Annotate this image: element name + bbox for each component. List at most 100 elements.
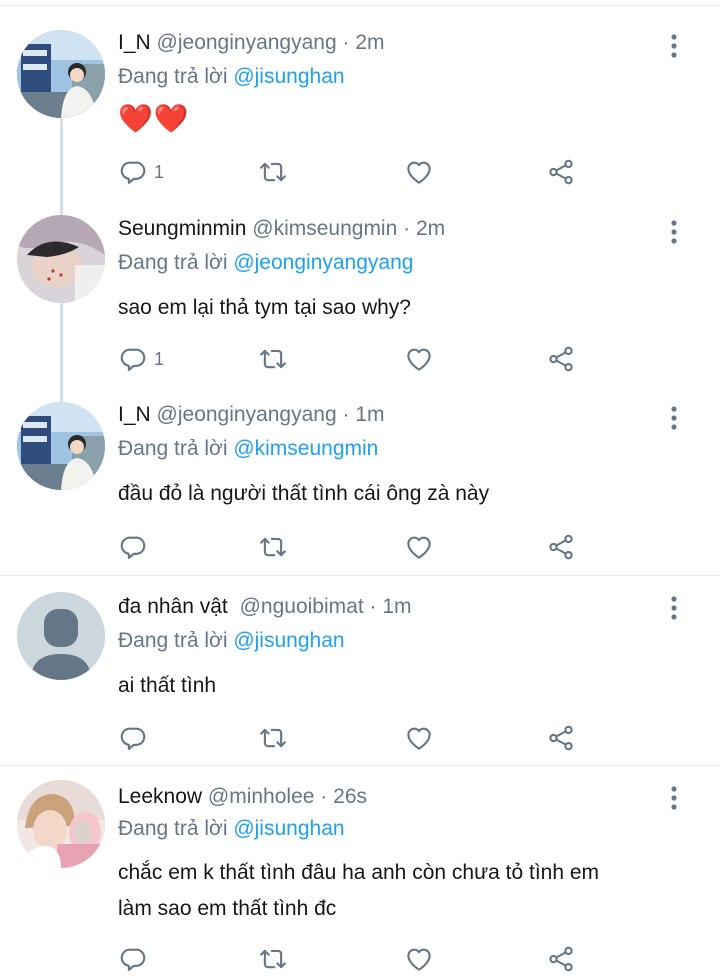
user-handle[interactable]: @jeonginyangyang (157, 31, 337, 54)
tweet-1[interactable]: I_N @jeonginyangyang · 2m Đang trả lời @… (0, 0, 720, 200)
avatar[interactable] (17, 215, 105, 303)
heart-icon (404, 723, 434, 753)
reply-count: 1 (154, 161, 165, 182)
action-bar: 1 (118, 342, 598, 376)
replying-to: Đang trả lời @jisunghan (118, 62, 345, 92)
profile-photo-icon (17, 215, 105, 303)
timestamp[interactable]: 1m (355, 403, 384, 426)
retweet-icon (258, 723, 288, 753)
retweet-button[interactable] (258, 155, 288, 189)
retweet-button[interactable] (258, 530, 288, 564)
profile-photo-icon (17, 402, 105, 490)
timestamp[interactable]: 26s (333, 785, 367, 808)
user-handle[interactable]: @nguoibimat (240, 595, 364, 618)
tweet-3[interactable]: I_N @jeonginyangyang · 1m Đang trả lời @… (0, 372, 720, 576)
share-button[interactable] (546, 942, 576, 976)
tweet-text: ai thất tình (118, 674, 217, 697)
tweet-4[interactable]: đa nhân vật @nguoibimat · 1m Đang trả lờ… (0, 576, 720, 766)
tweet-header: Leeknow @minholee · 26s (118, 782, 367, 812)
avatar[interactable] (17, 30, 105, 118)
timestamp[interactable]: 2m (355, 31, 384, 54)
reply-button[interactable]: 1 (118, 342, 164, 376)
reply-button[interactable]: 1 (118, 155, 164, 189)
share-icon (546, 344, 576, 374)
tweet-text: chắc em k thất tình đâu ha anh còn chưa … (118, 855, 698, 927)
reply-button[interactable] (118, 530, 148, 564)
profile-photo-icon (17, 30, 105, 118)
mention-link[interactable]: @jisunghan (233, 817, 344, 840)
retweet-icon (258, 532, 288, 562)
heart-icon (404, 532, 434, 562)
like-button[interactable] (404, 942, 434, 976)
heart-icon (404, 944, 434, 974)
display-name[interactable]: I_N (118, 403, 151, 426)
display-name[interactable]: Leeknow (118, 785, 202, 808)
retweet-icon (258, 944, 288, 974)
replying-to: Đang trả lời @jeonginyangyang (118, 248, 413, 278)
tweet-text: sao em lại thả tym tại sao why? (118, 296, 411, 319)
retweet-icon (258, 344, 288, 374)
tweet-header: đa nhân vật @nguoibimat · 1m (118, 592, 412, 622)
replying-to: Đang trả lời @jisunghan (118, 814, 345, 844)
tweet-2[interactable]: Seungminmin @kimseungmin · 2m Đang trả l… (0, 186, 720, 386)
mention-link[interactable]: @jisunghan (233, 65, 344, 88)
reply-icon (118, 532, 148, 562)
share-button[interactable] (546, 721, 576, 755)
more-options-icon[interactable] (663, 404, 685, 432)
reply-button[interactable] (118, 942, 148, 976)
retweet-button[interactable] (258, 342, 288, 376)
share-button[interactable] (546, 342, 576, 376)
avatar[interactable] (17, 402, 105, 490)
tweet-text: đầu đỏ là người thất tình cái ông zà này (118, 482, 490, 505)
share-icon (546, 723, 576, 753)
action-bar (118, 942, 598, 976)
replying-to-label: Đang trả lời (118, 437, 228, 460)
replying-to: Đang trả lời @kimseungmin (118, 434, 378, 464)
share-icon (546, 157, 576, 187)
like-button[interactable] (404, 721, 434, 755)
replying-to: Đang trả lời @jisunghan (118, 626, 345, 656)
reply-thread-feed: I_N @jeonginyangyang · 2m Đang trả lời @… (0, 0, 720, 980)
action-bar (118, 721, 598, 755)
more-options-icon[interactable] (663, 594, 685, 622)
share-button[interactable] (546, 155, 576, 189)
tweet-header: I_N @jeonginyangyang · 2m (118, 28, 385, 58)
tweet-text: ❤️❤️ (118, 103, 190, 134)
display-name[interactable]: I_N (118, 31, 151, 54)
more-options-icon[interactable] (663, 218, 685, 246)
more-options-icon[interactable] (663, 32, 685, 60)
timestamp[interactable]: 2m (416, 217, 445, 240)
mention-link[interactable]: @jisunghan (233, 629, 344, 652)
profile-photo-icon (17, 780, 105, 868)
reply-button[interactable] (118, 721, 148, 755)
display-name[interactable]: đa nhân vật (118, 595, 228, 618)
like-button[interactable] (404, 155, 434, 189)
share-icon (546, 944, 576, 974)
mention-link[interactable]: @jeonginyangyang (233, 251, 413, 274)
retweet-button[interactable] (258, 721, 288, 755)
more-options-icon[interactable] (663, 784, 685, 812)
share-button[interactable] (546, 530, 576, 564)
mention-link[interactable]: @kimseungmin (233, 437, 378, 460)
retweet-button[interactable] (258, 942, 288, 976)
timestamp[interactable]: 1m (382, 595, 411, 618)
retweet-icon (258, 157, 288, 187)
replying-to-label: Đang trả lời (118, 251, 228, 274)
replying-to-label: Đang trả lời (118, 65, 228, 88)
user-handle[interactable]: @jeonginyangyang (157, 403, 337, 426)
user-handle[interactable]: @minholee (208, 785, 315, 808)
reply-icon (118, 157, 148, 187)
like-button[interactable] (404, 342, 434, 376)
share-icon (546, 532, 576, 562)
avatar[interactable] (17, 780, 105, 868)
user-handle[interactable]: @kimseungmin (252, 217, 397, 240)
avatar[interactable] (17, 592, 105, 680)
display-name[interactable]: Seungminmin (118, 217, 246, 240)
reply-icon (118, 944, 148, 974)
like-button[interactable] (404, 530, 434, 564)
separator-dot: · (342, 31, 350, 54)
tweet-5[interactable]: Leeknow @minholee · 26s Đang trả lời @ji… (0, 766, 720, 980)
default-avatar-icon (17, 592, 105, 680)
heart-icon (404, 344, 434, 374)
action-bar (118, 530, 598, 564)
